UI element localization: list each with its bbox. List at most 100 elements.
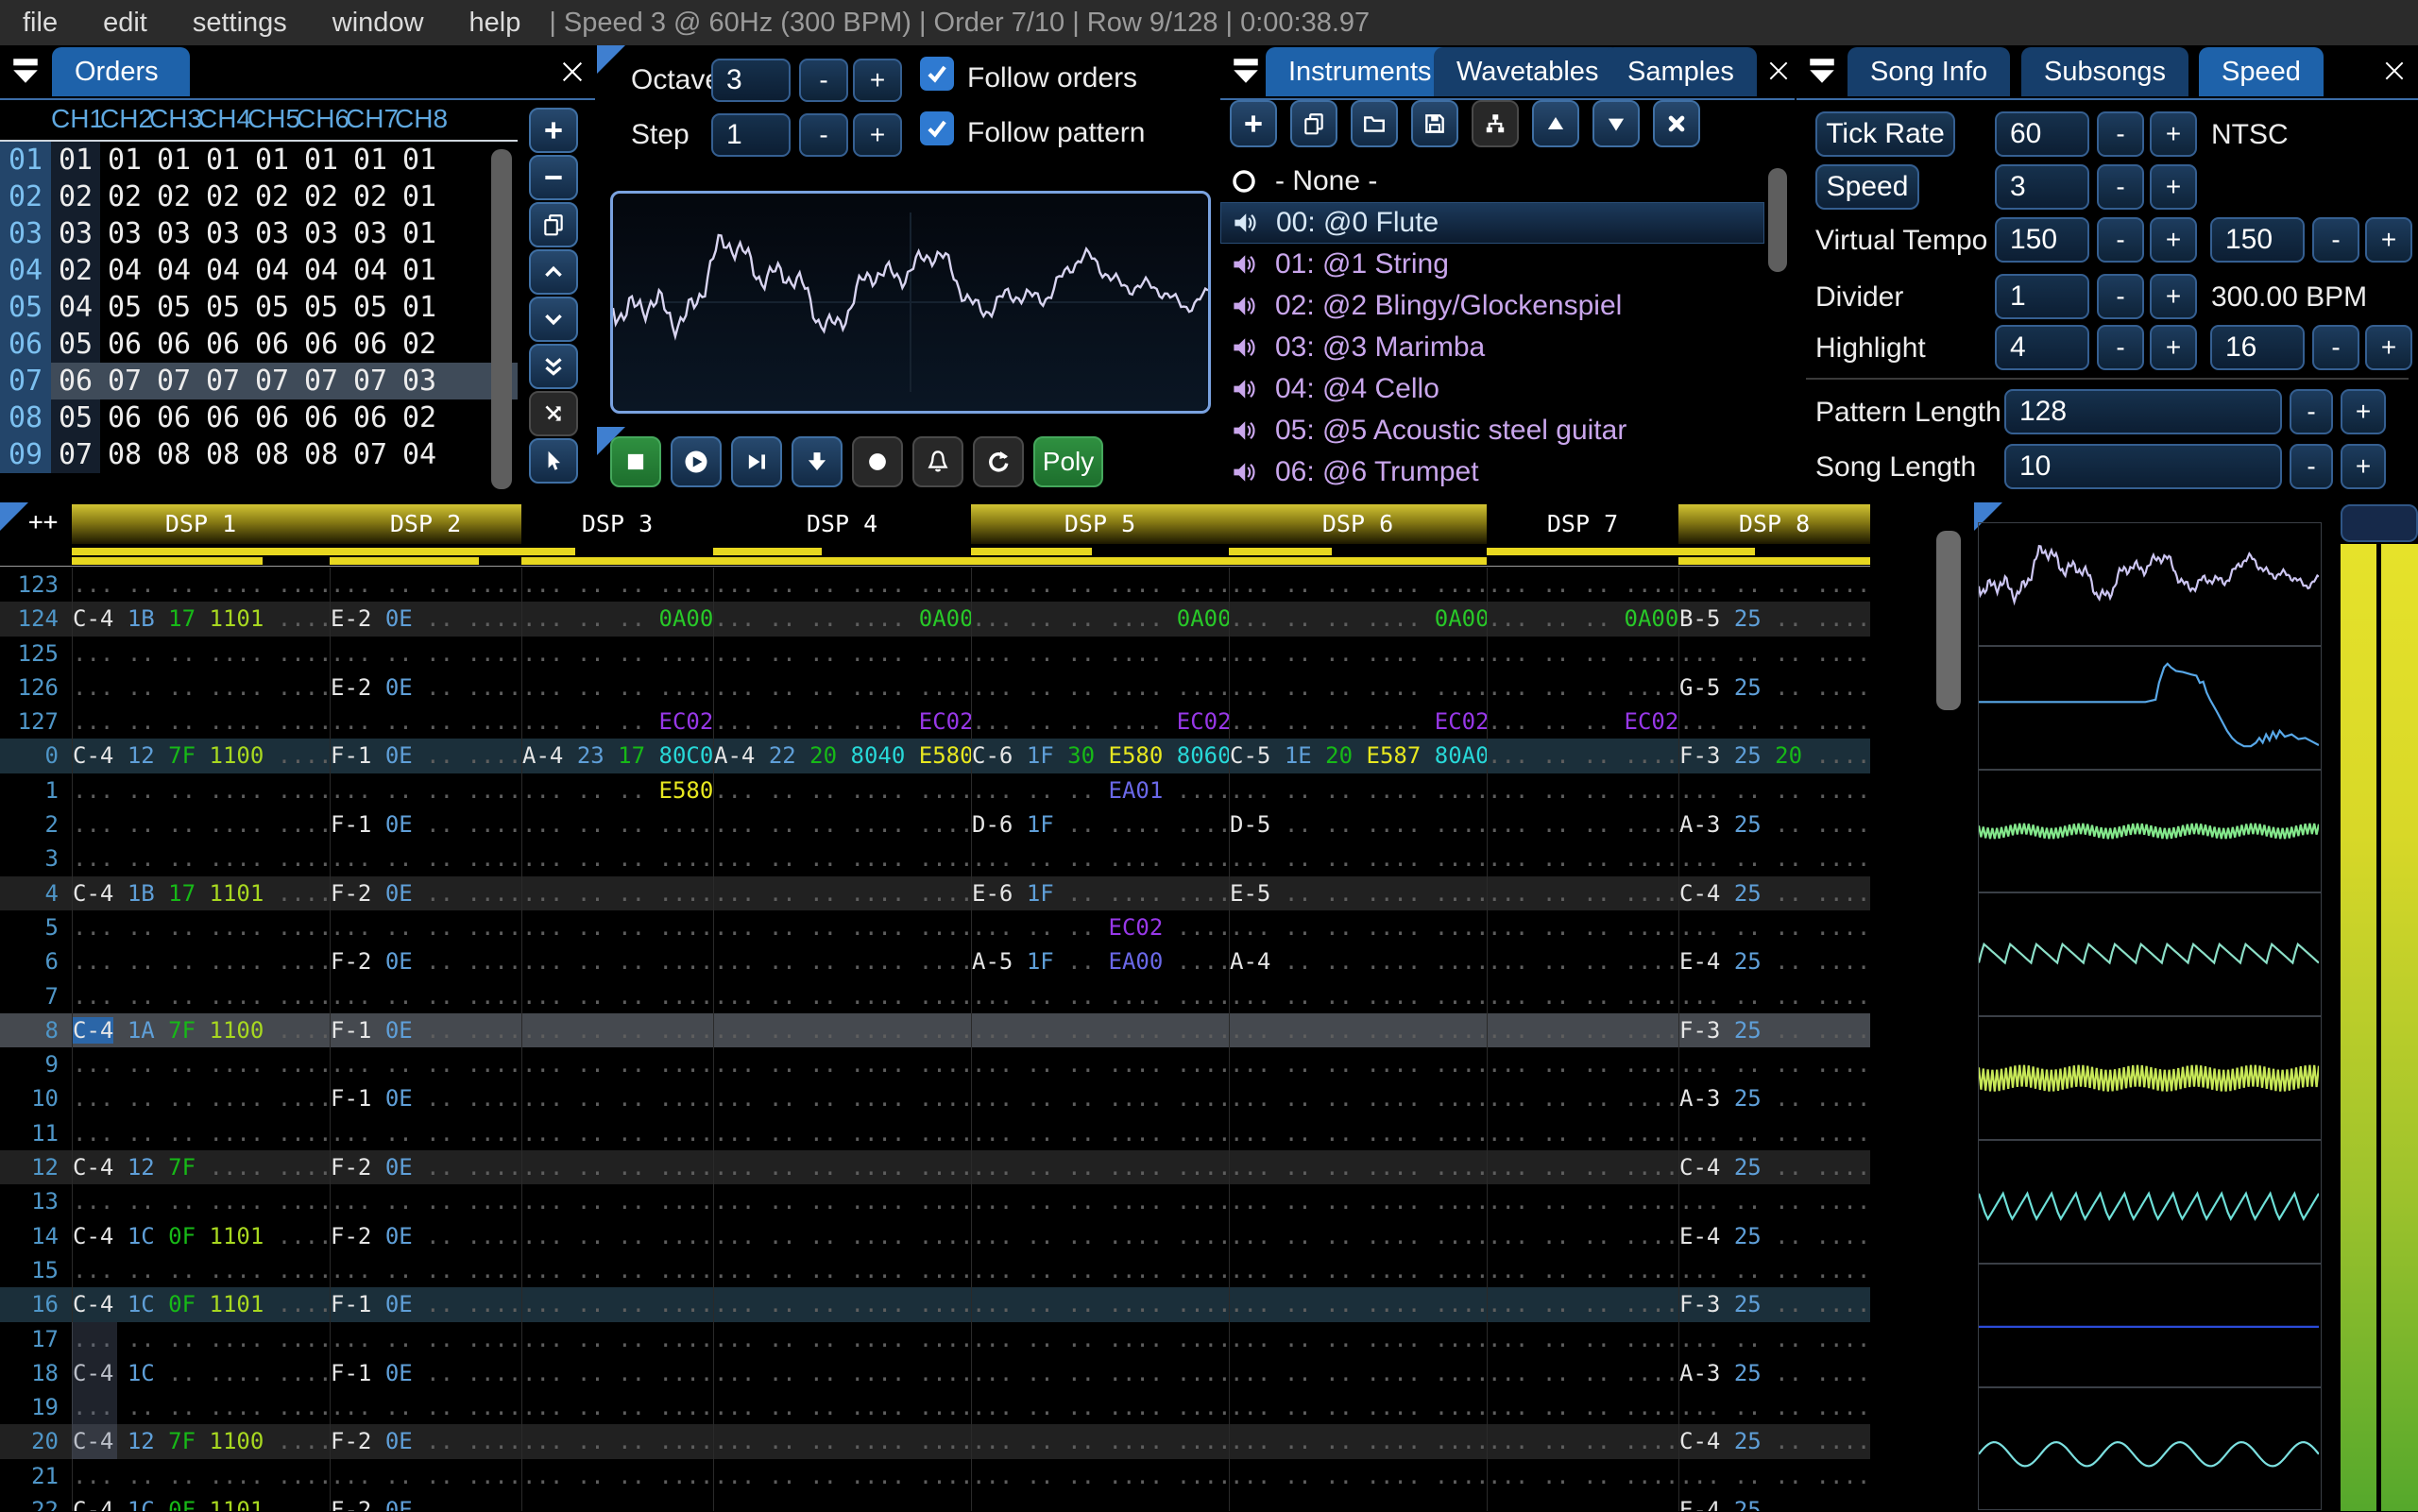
pattern-cell[interactable]: ... .. .. .... .... (971, 1012, 1229, 1048)
pattern-row-21[interactable]: 21... .. .. .... ....... .. .. ....... .… (0, 1458, 1870, 1494)
pattern-cell[interactable]: ... .. .. .... (521, 1150, 713, 1185)
edit-mode-button[interactable] (529, 438, 578, 484)
pattern-row-127[interactable]: 127... .. .. .... ....... .. .. ....... … (0, 705, 1870, 739)
pattern-cell[interactable]: ... .. .. .... .... (971, 1115, 1229, 1151)
order-cell[interactable]: 01 (297, 142, 346, 178)
pattern-cell[interactable]: ... .. .. .... (1678, 1115, 1870, 1151)
pattern-cell[interactable]: ... .. .. .... (521, 1424, 713, 1459)
order-cell[interactable]: 01 (395, 252, 444, 289)
pattern-row-7[interactable]: 7... .. .. .... ....... .. .. ....... ..… (0, 978, 1870, 1013)
pattern-cell[interactable]: ... .. .. .... (1678, 1390, 1870, 1425)
pattern-cell[interactable]: ... .. .. .... (521, 978, 713, 1013)
order-cell[interactable]: 05 (149, 289, 198, 326)
menu-file[interactable]: file (0, 0, 80, 45)
pattern-cell[interactable]: ... .. .. .... (1487, 1252, 1678, 1288)
order-cell[interactable]: 03 (297, 215, 346, 252)
pattern-cell[interactable]: ... .. .. .... .... (713, 1150, 971, 1185)
pattern-cell[interactable]: ... .. .. .... (1678, 1184, 1870, 1219)
song-length-decrease-button[interactable]: - (2290, 444, 2333, 489)
pattern-cell[interactable]: A-4 .. .. .... .... (1229, 944, 1487, 979)
pattern-cell[interactable]: ... .. .. .... .... (1229, 1115, 1487, 1151)
instrument-item[interactable]: 06: @6 Trumpet (1220, 451, 1764, 493)
highlight-increase-button[interactable]: + (2150, 325, 2197, 370)
pattern-cell[interactable]: ... .. .. .... (1678, 1321, 1870, 1356)
pattern-cell[interactable]: ... .. .. .... (521, 1321, 713, 1356)
order-cell[interactable]: 01 (247, 142, 297, 178)
poly-toggle-button[interactable]: Poly (1033, 436, 1103, 487)
order-cell[interactable]: 02 (149, 178, 198, 215)
pattern-row-13[interactable]: 13... .. .. .... ....... .. .. ....... .… (0, 1184, 1870, 1219)
pattern-cell[interactable]: ... .. .. .... .... (713, 841, 971, 876)
pattern-row-18[interactable]: 18 C-4 1C .. .... .... F-1 0E .. ....... .… (0, 1355, 1870, 1391)
pattern-row-14[interactable]: 14 C-4 1C 0F 1101 .... F-2 0E .. ....... .… (0, 1218, 1870, 1253)
pattern-scrollbar[interactable] (1936, 531, 1961, 710)
pattern-cell[interactable]: ... .. .. .... (1678, 841, 1870, 876)
pattern-cell[interactable]: ... .. .. E580 (521, 773, 713, 808)
move-up-button[interactable] (1532, 100, 1579, 147)
pattern-cell[interactable]: F-2 0E .. .... (330, 1150, 521, 1185)
pattern-cell[interactable]: ... .. .. .... .... (72, 1458, 330, 1494)
order-cell[interactable]: 01 (395, 289, 444, 326)
pattern-row-10[interactable]: 10... .. .. .... .... F-1 0E .. ....... .… (0, 1081, 1870, 1116)
pattern-cell[interactable]: ... .. .. .... .... (713, 670, 971, 705)
pattern-cell[interactable]: ... .. .. .... .... (971, 1081, 1229, 1116)
order-cell[interactable]: 04 (149, 252, 198, 289)
pattern-cell[interactable]: D-6 1F .. .... .... (971, 807, 1229, 842)
pattern-cell[interactable]: ... .. .. .... .... (1229, 1321, 1487, 1356)
pattern-cell[interactable]: ... .. .. .... .... (713, 1355, 971, 1391)
channel-header-5[interactable]: DSP 5 (971, 504, 1229, 544)
pattern-cell[interactable]: F-2 0E .. .... (330, 944, 521, 979)
virtual-tempo-input[interactable]: 150 (1995, 217, 2089, 263)
pattern-cell[interactable]: C-6 1F 30 E580 8060 (971, 739, 1229, 773)
pattern-cell[interactable]: ... .. .. .... .... (971, 1493, 1229, 1511)
order-cell[interactable]: 05 (51, 399, 100, 436)
order-cell[interactable]: 01 (395, 178, 444, 215)
close-icon[interactable] (1766, 59, 1793, 85)
pattern-cell[interactable]: ... .. .. EA01 .... (971, 773, 1229, 808)
order-cell[interactable]: 02 (346, 178, 395, 215)
orders-row[interactable]: 03 03 03 03 03 03 03 03 01 (0, 215, 518, 252)
channel-header-6[interactable]: DSP 6 (1229, 504, 1487, 544)
pattern-cell[interactable]: F-2 0E .. .... (330, 1493, 521, 1511)
pattern-row-11[interactable]: 11... .. .. .... ....... .. .. ....... .… (0, 1115, 1870, 1151)
pattern-cell[interactable]: ... .. .. .... (1487, 1321, 1678, 1356)
tick-rate-decrease-button[interactable]: - (2097, 111, 2144, 157)
pattern-cell[interactable]: ... .. .. .... .... (971, 1424, 1229, 1459)
tick-rate-increase-button[interactable]: + (2150, 111, 2197, 157)
instrument-item[interactable]: 05: @5 Acoustic steel guitar (1220, 410, 1764, 451)
step-input[interactable]: 1 (711, 113, 791, 157)
step-decrease-button[interactable]: - (799, 113, 848, 157)
octave-input[interactable]: 3 (711, 59, 791, 102)
pattern-cell[interactable]: ... .. .. .... (330, 1321, 521, 1356)
pattern-cell[interactable]: C-4 25 .. .... (1678, 1424, 1870, 1459)
highlight-input[interactable]: 4 (1995, 325, 2089, 370)
pattern-cell[interactable]: ... .. .. .... .... (971, 1218, 1229, 1253)
pattern-cell[interactable]: C-4 1A 7F 1100 .... (72, 1012, 330, 1048)
move-to-bottom-button[interactable] (529, 344, 578, 389)
order-cell[interactable]: 03 (395, 363, 444, 399)
pattern-cell[interactable]: ... .. .. .... .... (713, 773, 971, 808)
orders-row[interactable]: 08 05 06 06 06 06 06 06 02 (0, 399, 518, 436)
pattern-cell[interactable]: ... .. .. .... (1487, 807, 1678, 842)
close-icon[interactable] (559, 59, 586, 85)
order-cell[interactable]: 05 (346, 289, 395, 326)
order-cell[interactable]: 08 (198, 436, 247, 473)
pattern-cell[interactable]: ... .. .. .... 0A00 (1229, 602, 1487, 637)
order-cell[interactable]: 06 (346, 399, 395, 436)
order-cell[interactable]: 06 (297, 326, 346, 363)
pattern-row-5[interactable]: 5... .. .. .... ....... .. .. ....... ..… (0, 909, 1870, 945)
pattern-row-124[interactable]: 124 C-4 1B 17 1101 .... E-2 0E .. ....... … (0, 602, 1870, 637)
pattern-cell[interactable]: ... .. .. .... (1487, 1081, 1678, 1116)
pattern-cell[interactable]: E-4 25 .. .... (1678, 944, 1870, 979)
pattern-cell[interactable]: ... .. .. .... (330, 1252, 521, 1288)
order-cell[interactable]: 01 (346, 142, 395, 178)
save-button[interactable] (1411, 100, 1458, 147)
pattern-cell[interactable]: F-1 0E .. .... (330, 1287, 521, 1322)
order-cell[interactable]: 06 (346, 326, 395, 363)
order-cell[interactable]: 07 (149, 363, 198, 399)
pattern-cell[interactable]: F-2 0E .. .... (330, 875, 521, 910)
remove-button[interactable] (529, 155, 578, 200)
speed-increase-button[interactable]: + (2150, 164, 2197, 210)
pattern-cell[interactable]: ... .. .. .... (1487, 1355, 1678, 1391)
pattern-cell[interactable]: ... .. .. .... (1487, 773, 1678, 808)
